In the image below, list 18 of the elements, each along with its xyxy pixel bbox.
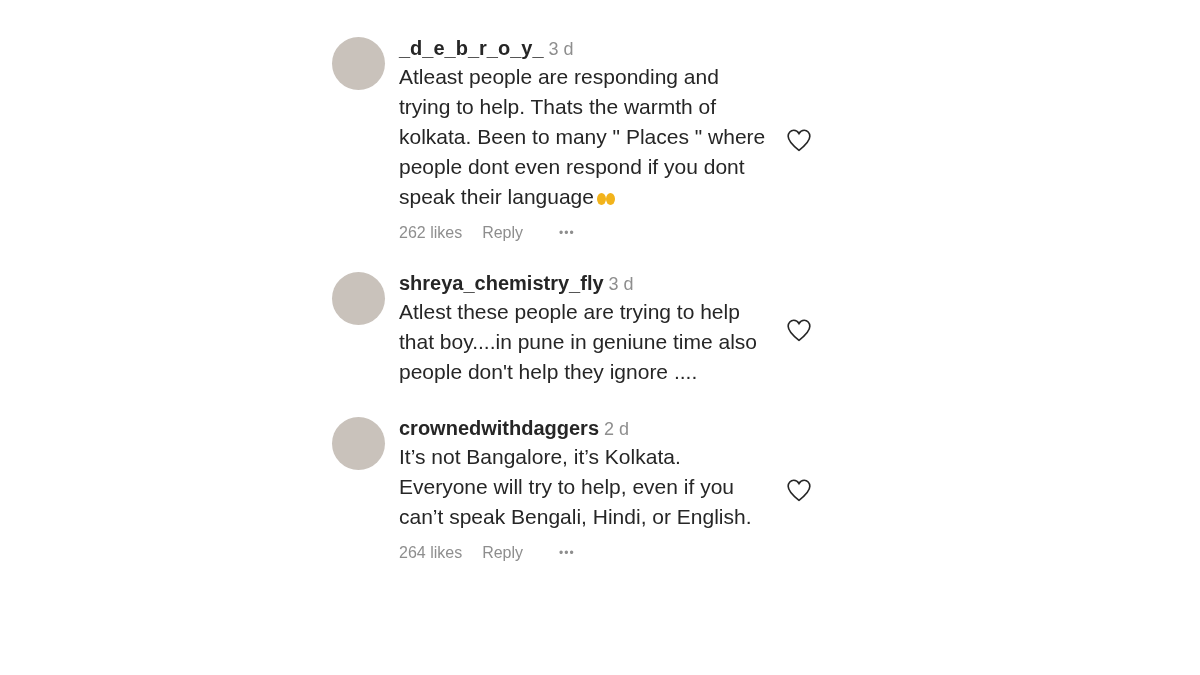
more-options[interactable]: ••• [559, 226, 575, 240]
heart-icon[interactable] [786, 127, 812, 152]
username[interactable]: shreya_chemistry_fly [399, 272, 604, 295]
username[interactable]: _d_e_b_r_o_y_ [399, 37, 544, 60]
username[interactable]: crownedwithdaggers [399, 417, 600, 440]
comment-text: Atlest these people are trying to help that boy....in pune in geniune time also people don't help they ignore .... [399, 299, 758, 385]
likes-count[interactable]: 262 likes [399, 224, 463, 242]
reply-link[interactable]: Reply [482, 544, 524, 562]
comment-text: Atleast people are responding and trying to help. Thats the warmth of kolkata. Been to many " Places " where people dont even respond if you dont speak their language [399, 64, 767, 210]
likes-count[interactable]: 264 likes [399, 544, 463, 562]
comment-time: 2 d [604, 419, 630, 440]
comment-time: 3 d [548, 39, 574, 60]
heart-icon[interactable] [786, 477, 812, 502]
comment-text: It’s not Bangalore, it’s Kolkata. Everyone will try to help, even if you can’t speak Bengali, Hindi, or English. [399, 444, 753, 530]
more-options[interactable]: ••• [559, 546, 575, 560]
reply-link[interactable]: Reply [482, 224, 524, 242]
heart-icon[interactable] [786, 317, 812, 342]
comment-time: 3 d [608, 274, 634, 295]
